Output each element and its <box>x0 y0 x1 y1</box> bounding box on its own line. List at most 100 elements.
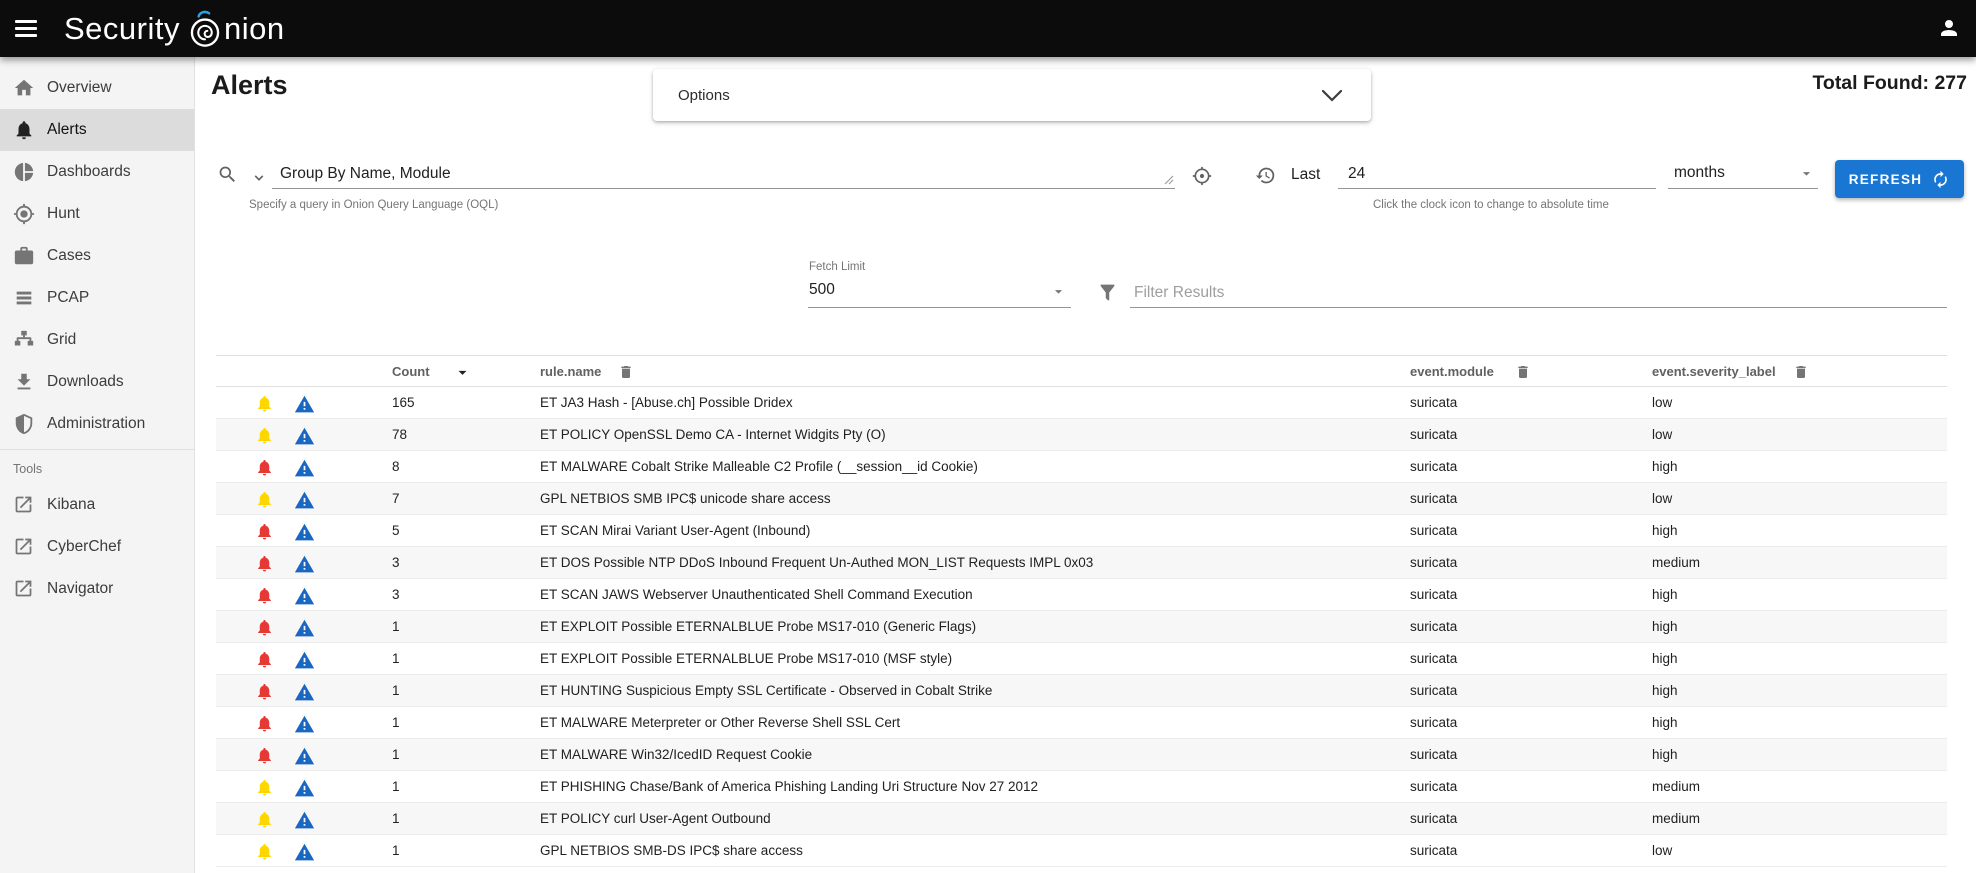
cell-rule-name[interactable]: ET JA3 Hash - [Abuse.ch] Possible Dridex <box>540 387 793 419</box>
cell-severity[interactable]: high <box>1652 643 1678 675</box>
cell-severity[interactable]: medium <box>1652 803 1700 835</box>
alert-triangle-icon[interactable] <box>294 586 313 605</box>
cell-event-module[interactable]: suricata <box>1410 419 1457 451</box>
alert-triangle-icon[interactable] <box>294 426 313 445</box>
cell-rule-name[interactable]: ET MALWARE Win32/IcedID Request Cookie <box>540 739 812 771</box>
sidebar-item-alerts[interactable]: Alerts <box>0 109 194 151</box>
alert-triangle-icon[interactable] <box>294 522 313 541</box>
table-row[interactable]: 1 ET PHISHING Chase/Bank of America Phis… <box>216 771 1947 803</box>
remove-column-trash-icon[interactable] <box>1793 364 1809 380</box>
cell-rule-name[interactable]: ET HUNTING Suspicious Empty SSL Certific… <box>540 675 992 707</box>
alert-triangle-icon[interactable] <box>294 842 313 861</box>
cell-count[interactable]: 1 <box>392 611 400 643</box>
cell-count[interactable]: 165 <box>392 387 415 419</box>
resize-grip[interactable] <box>1164 175 1174 185</box>
cell-count[interactable]: 3 <box>392 547 400 579</box>
cell-severity[interactable]: low <box>1652 419 1672 451</box>
duration-input[interactable] <box>1338 155 1656 188</box>
alert-bell-icon[interactable] <box>255 746 274 765</box>
alert-bell-icon[interactable] <box>255 554 274 573</box>
alert-bell-icon[interactable] <box>255 778 274 797</box>
cell-severity[interactable]: high <box>1652 611 1678 643</box>
cell-severity[interactable]: high <box>1652 675 1678 707</box>
table-row[interactable]: 1 ET POLICY curl User-Agent Outbound sur… <box>216 803 1947 835</box>
sidebar-item-pcap[interactable]: PCAP <box>0 277 194 319</box>
table-row[interactable]: 3 ET SCAN JAWS Webserver Unauthenticated… <box>216 579 1947 611</box>
alert-bell-icon[interactable] <box>255 490 274 509</box>
history-clock-icon[interactable] <box>1255 165 1276 186</box>
cell-count[interactable]: 1 <box>392 707 400 739</box>
sidebar-item-navigator[interactable]: Navigator <box>0 568 194 610</box>
cell-severity[interactable]: medium <box>1652 771 1700 803</box>
cell-event-module[interactable]: suricata <box>1410 739 1457 771</box>
alert-triangle-icon[interactable] <box>294 778 313 797</box>
table-row[interactable]: 165 ET JA3 Hash - [Abuse.ch] Possible Dr… <box>216 387 1947 419</box>
query-input[interactable] <box>272 155 1175 188</box>
cell-count[interactable]: 78 <box>392 419 407 451</box>
cell-event-module[interactable]: suricata <box>1410 675 1457 707</box>
sidebar-item-administration[interactable]: Administration <box>0 403 194 445</box>
cell-severity[interactable]: low <box>1652 835 1672 867</box>
cell-count[interactable]: 5 <box>392 515 400 547</box>
alert-bell-icon[interactable] <box>255 810 274 829</box>
crosshairs-target-icon[interactable] <box>1192 166 1212 186</box>
cell-count[interactable]: 3 <box>392 579 400 611</box>
table-row[interactable]: 1 ET HUNTING Suspicious Empty SSL Certif… <box>216 675 1947 707</box>
cell-severity[interactable]: high <box>1652 739 1678 771</box>
alert-triangle-icon[interactable] <box>294 554 313 573</box>
alert-bell-icon[interactable] <box>255 842 274 861</box>
user-account-icon[interactable] <box>1937 16 1961 40</box>
cell-event-module[interactable]: suricata <box>1410 803 1457 835</box>
alert-bell-icon[interactable] <box>255 682 274 701</box>
alert-triangle-icon[interactable] <box>294 746 313 765</box>
column-header-severity[interactable]: event.severity_label <box>1652 356 1776 388</box>
alert-bell-icon[interactable] <box>255 650 274 669</box>
cell-event-module[interactable]: suricata <box>1410 451 1457 483</box>
fetch-limit-select[interactable]: Fetch Limit 500 <box>808 258 1071 308</box>
alert-triangle-icon[interactable] <box>294 810 313 829</box>
cell-event-module[interactable]: suricata <box>1410 707 1457 739</box>
table-row[interactable]: 1 ET EXPLOIT Possible ETERNALBLUE Probe … <box>216 611 1947 643</box>
alert-triangle-icon[interactable] <box>294 618 313 637</box>
column-header-event-module[interactable]: event.module <box>1410 356 1494 388</box>
search-icon[interactable] <box>217 164 238 185</box>
cell-severity[interactable]: high <box>1652 707 1678 739</box>
cell-event-module[interactable]: suricata <box>1410 515 1457 547</box>
cell-rule-name[interactable]: ET SCAN Mirai Variant User-Agent (Inboun… <box>540 515 810 547</box>
cell-severity[interactable]: medium <box>1652 547 1700 579</box>
alert-bell-icon[interactable] <box>255 714 274 733</box>
table-row[interactable]: 1 ET MALWARE Win32/IcedID Request Cookie… <box>216 739 1947 771</box>
cell-count[interactable]: 1 <box>392 739 400 771</box>
filter-results-input[interactable] <box>1130 278 1947 307</box>
column-header-rule-name[interactable]: rule.name <box>540 356 601 388</box>
cell-rule-name[interactable]: ET MALWARE Meterpreter or Other Reverse … <box>540 707 900 739</box>
remove-column-trash-icon[interactable] <box>618 364 634 380</box>
cell-severity[interactable]: high <box>1652 515 1678 547</box>
table-row[interactable]: 1 ET MALWARE Meterpreter or Other Revers… <box>216 707 1947 739</box>
cell-severity[interactable]: low <box>1652 387 1672 419</box>
sidebar-item-overview[interactable]: Overview <box>0 67 194 109</box>
cell-severity[interactable]: low <box>1652 483 1672 515</box>
alert-triangle-icon[interactable] <box>294 714 313 733</box>
sidebar-item-kibana[interactable]: Kibana <box>0 484 194 526</box>
cell-event-module[interactable]: suricata <box>1410 387 1457 419</box>
cell-rule-name[interactable]: ET POLICY curl User-Agent Outbound <box>540 803 771 835</box>
alert-bell-icon[interactable] <box>255 458 274 477</box>
cell-count[interactable]: 1 <box>392 643 400 675</box>
cell-count[interactable]: 1 <box>392 675 400 707</box>
alert-triangle-icon[interactable] <box>294 682 313 701</box>
cell-rule-name[interactable]: GPL NETBIOS SMB IPC$ unicode share acces… <box>540 483 831 515</box>
sidebar-item-grid[interactable]: Grid <box>0 319 194 361</box>
table-row[interactable]: 1 GPL NETBIOS SMB-DS IPC$ share access s… <box>216 835 1947 867</box>
cell-count[interactable]: 1 <box>392 835 400 867</box>
cell-event-module[interactable]: suricata <box>1410 835 1457 867</box>
alert-triangle-icon[interactable] <box>294 650 313 669</box>
table-row[interactable]: 5 ET SCAN Mirai Variant User-Agent (Inbo… <box>216 515 1947 547</box>
sidebar-item-dashboards[interactable]: Dashboards <box>0 151 194 193</box>
alert-triangle-icon[interactable] <box>294 490 313 509</box>
alert-triangle-icon[interactable] <box>294 394 313 413</box>
cell-rule-name[interactable]: ET MALWARE Cobalt Strike Malleable C2 Pr… <box>540 451 978 483</box>
alert-bell-icon[interactable] <box>255 618 274 637</box>
cell-count[interactable]: 1 <box>392 803 400 835</box>
cell-rule-name[interactable]: ET DOS Possible NTP DDoS Inbound Frequen… <box>540 547 1093 579</box>
